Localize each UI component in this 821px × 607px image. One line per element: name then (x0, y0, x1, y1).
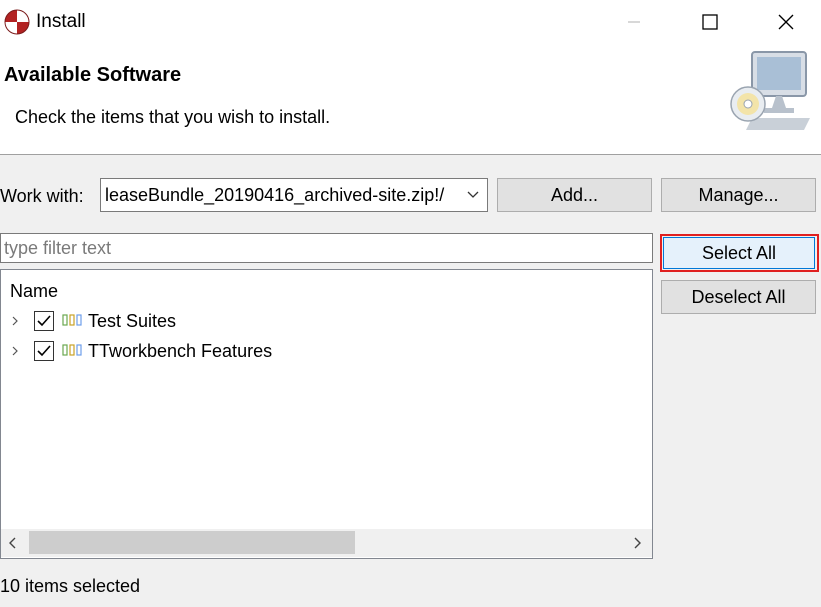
chevron-right-icon[interactable] (8, 314, 22, 328)
minimize-button[interactable] (610, 4, 658, 40)
name-column-header[interactable]: Name (10, 280, 58, 302)
deselect-all-button[interactable]: Deselect All (661, 280, 816, 314)
checkmark-icon (37, 345, 51, 357)
row-checkbox[interactable] (34, 341, 54, 361)
work-with-value: leaseBundle_20190416_archived-site.zip!/ (105, 185, 445, 205)
maximize-button[interactable] (686, 4, 734, 40)
install-cd-monitor-icon (730, 51, 810, 130)
manage-sites-button[interactable]: Manage... (661, 178, 816, 212)
feature-group-icon (62, 344, 82, 356)
minimize-icon (628, 21, 640, 23)
wizard-header (0, 44, 821, 154)
select-all-button[interactable]: Select All (663, 237, 815, 269)
scrollbar-thumb[interactable] (29, 531, 355, 554)
close-button[interactable] (762, 4, 810, 40)
work-with-combo[interactable]: leaseBundle_20190416_archived-site.zip!/ (100, 178, 488, 212)
window-title: Install (36, 11, 86, 32)
page-title: Available Software (4, 64, 182, 86)
filter-input[interactable] (0, 233, 653, 263)
maximize-icon (702, 14, 718, 30)
row-label: TTworkbench Features (88, 341, 273, 361)
header-separator (0, 154, 821, 155)
add-site-button[interactable]: Add... (497, 178, 652, 212)
close-icon (778, 14, 794, 30)
checkmark-icon (37, 315, 51, 327)
eclipse-install-icon (4, 9, 30, 35)
horizontal-scrollbar[interactable] (1, 529, 652, 557)
tree-row[interactable]: Test Suites (0, 306, 650, 336)
scroll-left-icon[interactable] (5, 535, 21, 551)
chevron-down-icon[interactable] (463, 185, 483, 205)
row-label: Test Suites (88, 311, 177, 331)
tree-row[interactable]: TTworkbench Features (0, 336, 650, 366)
chevron-right-icon[interactable] (8, 344, 22, 358)
feature-group-icon (62, 314, 82, 326)
scroll-right-icon[interactable] (629, 535, 645, 551)
page-description: Check the items that you wish to install… (15, 107, 331, 127)
work-with-label: Work with: (0, 186, 84, 206)
row-checkbox[interactable] (34, 311, 54, 331)
selection-status: 10 items selected (0, 576, 141, 596)
